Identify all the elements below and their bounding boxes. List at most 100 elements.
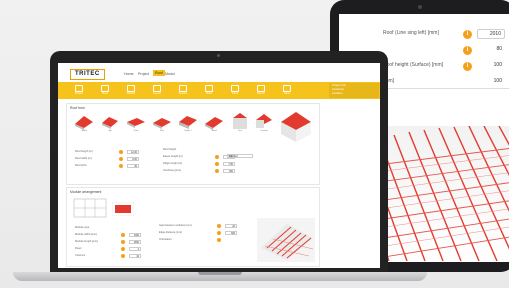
module-red-preview (112, 202, 134, 216)
app-header: TRITEC Home Project Roof Modul (58, 63, 380, 81)
nav-project[interactable]: Project (138, 72, 149, 76)
toolbar-save[interactable]: Save (280, 85, 294, 95)
roof-option-tent[interactable]: Tent (229, 110, 251, 134)
roof-icon (101, 85, 109, 92)
module-section: Module arrangement Module type Module wi… (66, 187, 320, 267)
value-field[interactable]: 20 (225, 224, 237, 228)
roof-option-gable[interactable]: Gable (73, 110, 95, 134)
toolbar-label: Layout (153, 92, 161, 95)
toolbar-system[interactable]: System (176, 85, 190, 95)
static-icon (205, 85, 213, 92)
info-icon[interactable] (121, 240, 125, 244)
info-icon[interactable]: i (463, 62, 472, 71)
value-field[interactable]: 4 (129, 247, 141, 251)
field-row: Module length [mm] 1650 (75, 240, 150, 245)
field-row: Edge distance [mm] 300 (159, 231, 249, 236)
field-row: Module type (75, 226, 150, 231)
value-field[interactable]: 100 (477, 61, 505, 71)
info-icon[interactable]: i (463, 46, 472, 55)
laptop-screen: TRITEC Home Project Roof Modul Project R… (58, 63, 380, 268)
value-field[interactable]: 12.00 (127, 150, 139, 154)
value-field[interactable]: 8.00 (127, 157, 139, 161)
info-icon[interactable] (215, 162, 219, 166)
toolbar-module[interactable]: Module (124, 85, 138, 95)
gable-2-roof-icon (179, 116, 197, 129)
field-label: Edge distance [mm] (159, 231, 182, 234)
panel-line: Location (332, 91, 343, 95)
field-row: Ridge height [m] 7.50 (163, 162, 243, 167)
tritec-logo[interactable]: TRITEC (70, 69, 105, 80)
toolbar-roof[interactable]: Roof (98, 85, 112, 95)
field-row: Module width [mm] 1000 (75, 233, 150, 238)
roof-option-pent[interactable]: Pent (125, 110, 147, 134)
toolbar-label: Module (126, 92, 136, 95)
info-icon[interactable] (119, 164, 123, 168)
roof-type-select[interactable]: Tile roof (227, 154, 253, 158)
info-icon[interactable] (119, 157, 123, 161)
info-icon[interactable] (215, 155, 219, 159)
house-preview (281, 112, 311, 142)
info-icon[interactable] (215, 169, 219, 173)
roof-type-list: Gable Hip Pent Flat Gable 2 Shed Tent Cu… (73, 110, 272, 140)
field-label: Overhang [mm] (163, 169, 181, 172)
info-icon[interactable] (119, 150, 123, 154)
toolbar-project[interactable]: Project (72, 85, 86, 95)
value-field[interactable]: 300 (223, 169, 235, 173)
pent-roof-icon (127, 118, 145, 128)
nav-home[interactable]: Home (124, 72, 134, 76)
report-icon (257, 85, 265, 92)
field-label: Module type (75, 226, 90, 229)
nav-roof[interactable]: Roof (153, 70, 165, 76)
toolbar-label: Project (74, 92, 84, 95)
toolbar-layout[interactable]: Layout (150, 85, 164, 95)
value-field[interactable]: 7.50 (223, 162, 235, 166)
project-icon (75, 85, 83, 92)
value-field[interactable]: 80 (477, 45, 505, 55)
value-field[interactable]: 300 (225, 231, 237, 235)
roof-option-gable-2[interactable]: Gable 2 (177, 110, 199, 134)
info-icon[interactable] (121, 254, 125, 258)
roof-form-section: Roof form Gable Hip Pent Flat Gable 2 Sh… (66, 103, 320, 185)
info-icon[interactable] (217, 231, 221, 235)
save-icon (283, 85, 291, 92)
roof-option-custom[interactable]: Custom (253, 110, 275, 134)
shed-roof-icon (205, 117, 223, 130)
roof-option-hip[interactable]: Hip (99, 110, 121, 134)
value-field[interactable]: 30 (127, 164, 139, 168)
field-row: Columns 10 (75, 254, 150, 259)
flat-roof-icon (153, 118, 171, 129)
laptop-lid: TRITEC Home Project Roof Modul Project R… (50, 51, 388, 275)
info-icon[interactable] (217, 224, 221, 228)
toolbar-label: Report (257, 92, 265, 95)
tent-roof-icon (233, 113, 247, 129)
value-field[interactable]: 1650 (129, 240, 141, 244)
roof-caption: Shed (211, 130, 217, 132)
value-field[interactable]: 10 (129, 254, 141, 258)
laptop-notch (198, 272, 242, 275)
field-row: Roof width [m] 8.00 (75, 157, 145, 162)
roof-option-flat[interactable]: Flat (151, 110, 173, 134)
info-icon[interactable] (121, 247, 125, 251)
field-label: Roof height (Surface) [mm] (383, 62, 444, 68)
info-icon[interactable]: i (463, 30, 472, 39)
value-field[interactable]: 100 (477, 77, 505, 87)
value-field[interactable]: 1000 (129, 233, 141, 237)
field-row: Roof pitch 30 (75, 164, 145, 169)
info-icon[interactable] (217, 238, 221, 242)
toolbar-label: System (178, 92, 188, 95)
toolbar-static[interactable]: Static (202, 85, 216, 95)
parts-icon (231, 85, 239, 92)
laptop-camera (217, 54, 220, 57)
roof-caption: Pent (133, 130, 139, 132)
toolbar-report[interactable]: Report (254, 85, 268, 95)
nav-modul[interactable]: Modul (165, 72, 175, 76)
hip-roof-icon (102, 117, 118, 129)
roof-option-shed[interactable]: Shed (203, 110, 225, 134)
field-row: Overhang [mm] 300 (163, 169, 243, 174)
tablet-camera (418, 5, 422, 9)
tablet-row-1: Roof (Line sing left) [mm] i 2010 (339, 29, 509, 41)
roof-caption: Flat (160, 130, 164, 132)
value-field[interactable]: 2010 (477, 29, 505, 39)
info-icon[interactable] (121, 233, 125, 237)
toolbar-parts[interactable]: Parts (228, 85, 242, 95)
